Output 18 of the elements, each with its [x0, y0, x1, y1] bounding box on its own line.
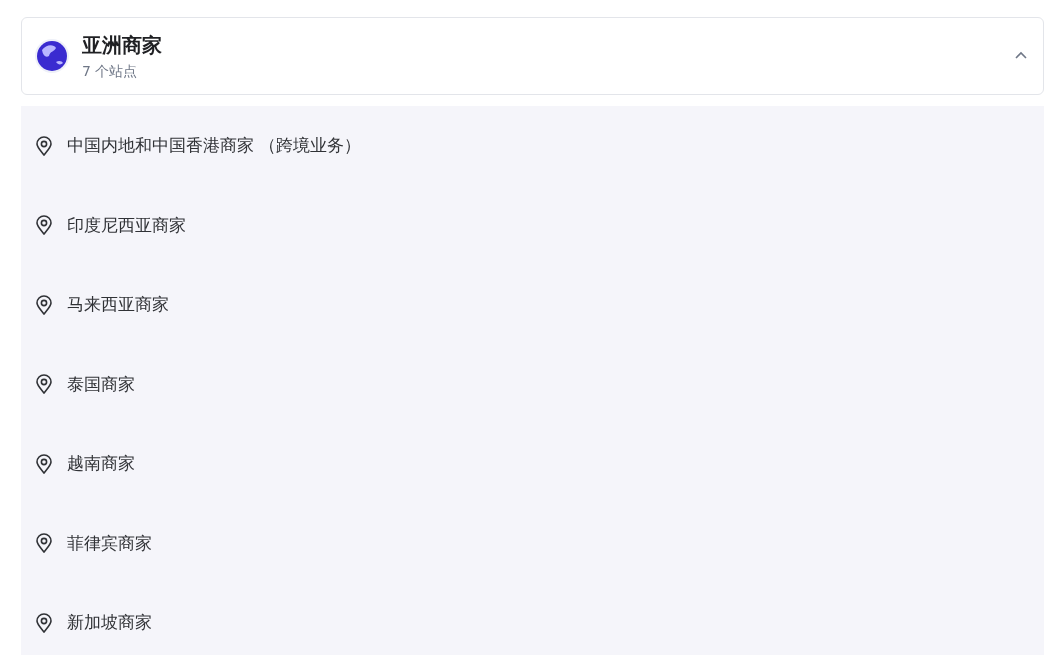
location-pin-icon: [35, 294, 53, 315]
site-link[interactable]: 中国内地和中国香港商家 （跨境业务）: [67, 134, 362, 158]
location-pin-icon: [35, 135, 53, 156]
site-count: 7 个站点: [82, 62, 139, 81]
region-header[interactable]: 亚洲商家 7 个站点: [21, 17, 1044, 95]
site-link[interactable]: 马来西亚商家: [67, 293, 169, 317]
location-pin-icon: [35, 533, 53, 554]
site-link[interactable]: 新加坡商家: [67, 611, 152, 635]
site-link[interactable]: 泰国商家: [67, 372, 135, 396]
location-pin-icon: [35, 453, 53, 474]
site-link[interactable]: 菲律宾商家: [67, 531, 152, 555]
location-pin-icon: [35, 215, 53, 236]
location-pin-icon: [35, 612, 53, 633]
globe-icon: [34, 38, 70, 74]
site-link[interactable]: 越南商家: [67, 452, 135, 476]
site-link[interactable]: 印度尼西亚商家: [67, 213, 186, 237]
region-title: 亚洲商家: [82, 31, 163, 59]
location-pin-icon: [35, 374, 53, 395]
